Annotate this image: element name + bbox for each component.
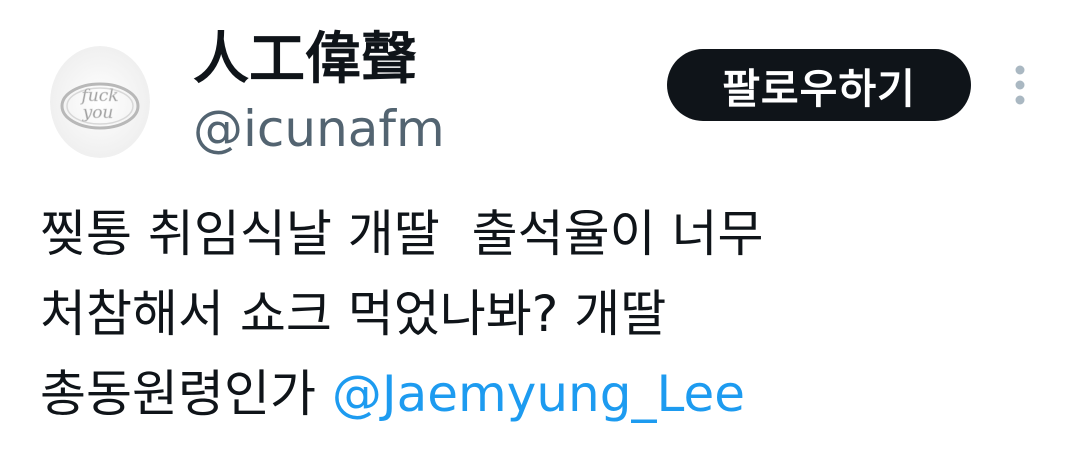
- tweet-text: 찢통 취임식날 개딸 출석율이 너무 처참해서 쇼크 먹었나봐? 개딸 총동원령…: [40, 194, 1070, 434]
- svg-text:you: you: [82, 103, 114, 123]
- ring-image-icon: fuck you: [50, 46, 150, 158]
- user-handle[interactable]: @icunafm: [193, 96, 445, 162]
- display-name[interactable]: 人工偉聲: [193, 22, 417, 98]
- tweet-card: fuck you 人工偉聲 @icunafm 팔로우하기 찢통 취임식날 개딸 …: [0, 0, 1080, 466]
- tweet-line-text: 총동원령인가: [40, 365, 332, 423]
- tweet-line-with-mention: 총동원령인가 @Jaemyung_Lee: [40, 354, 1070, 434]
- avatar[interactable]: fuck you: [50, 46, 150, 158]
- tweet-line: 처참해서 쇼크 먹었나봐? 개딸: [40, 285, 667, 343]
- more-vertical-icon: [1015, 65, 1025, 105]
- follow-button[interactable]: 팔로우하기: [667, 49, 971, 121]
- mention-link[interactable]: @Jaemyung_Lee: [332, 365, 745, 423]
- more-options-button[interactable]: [1000, 58, 1040, 114]
- tweet-line: 찢통 취임식날 개딸 출석율이 너무: [40, 205, 764, 263]
